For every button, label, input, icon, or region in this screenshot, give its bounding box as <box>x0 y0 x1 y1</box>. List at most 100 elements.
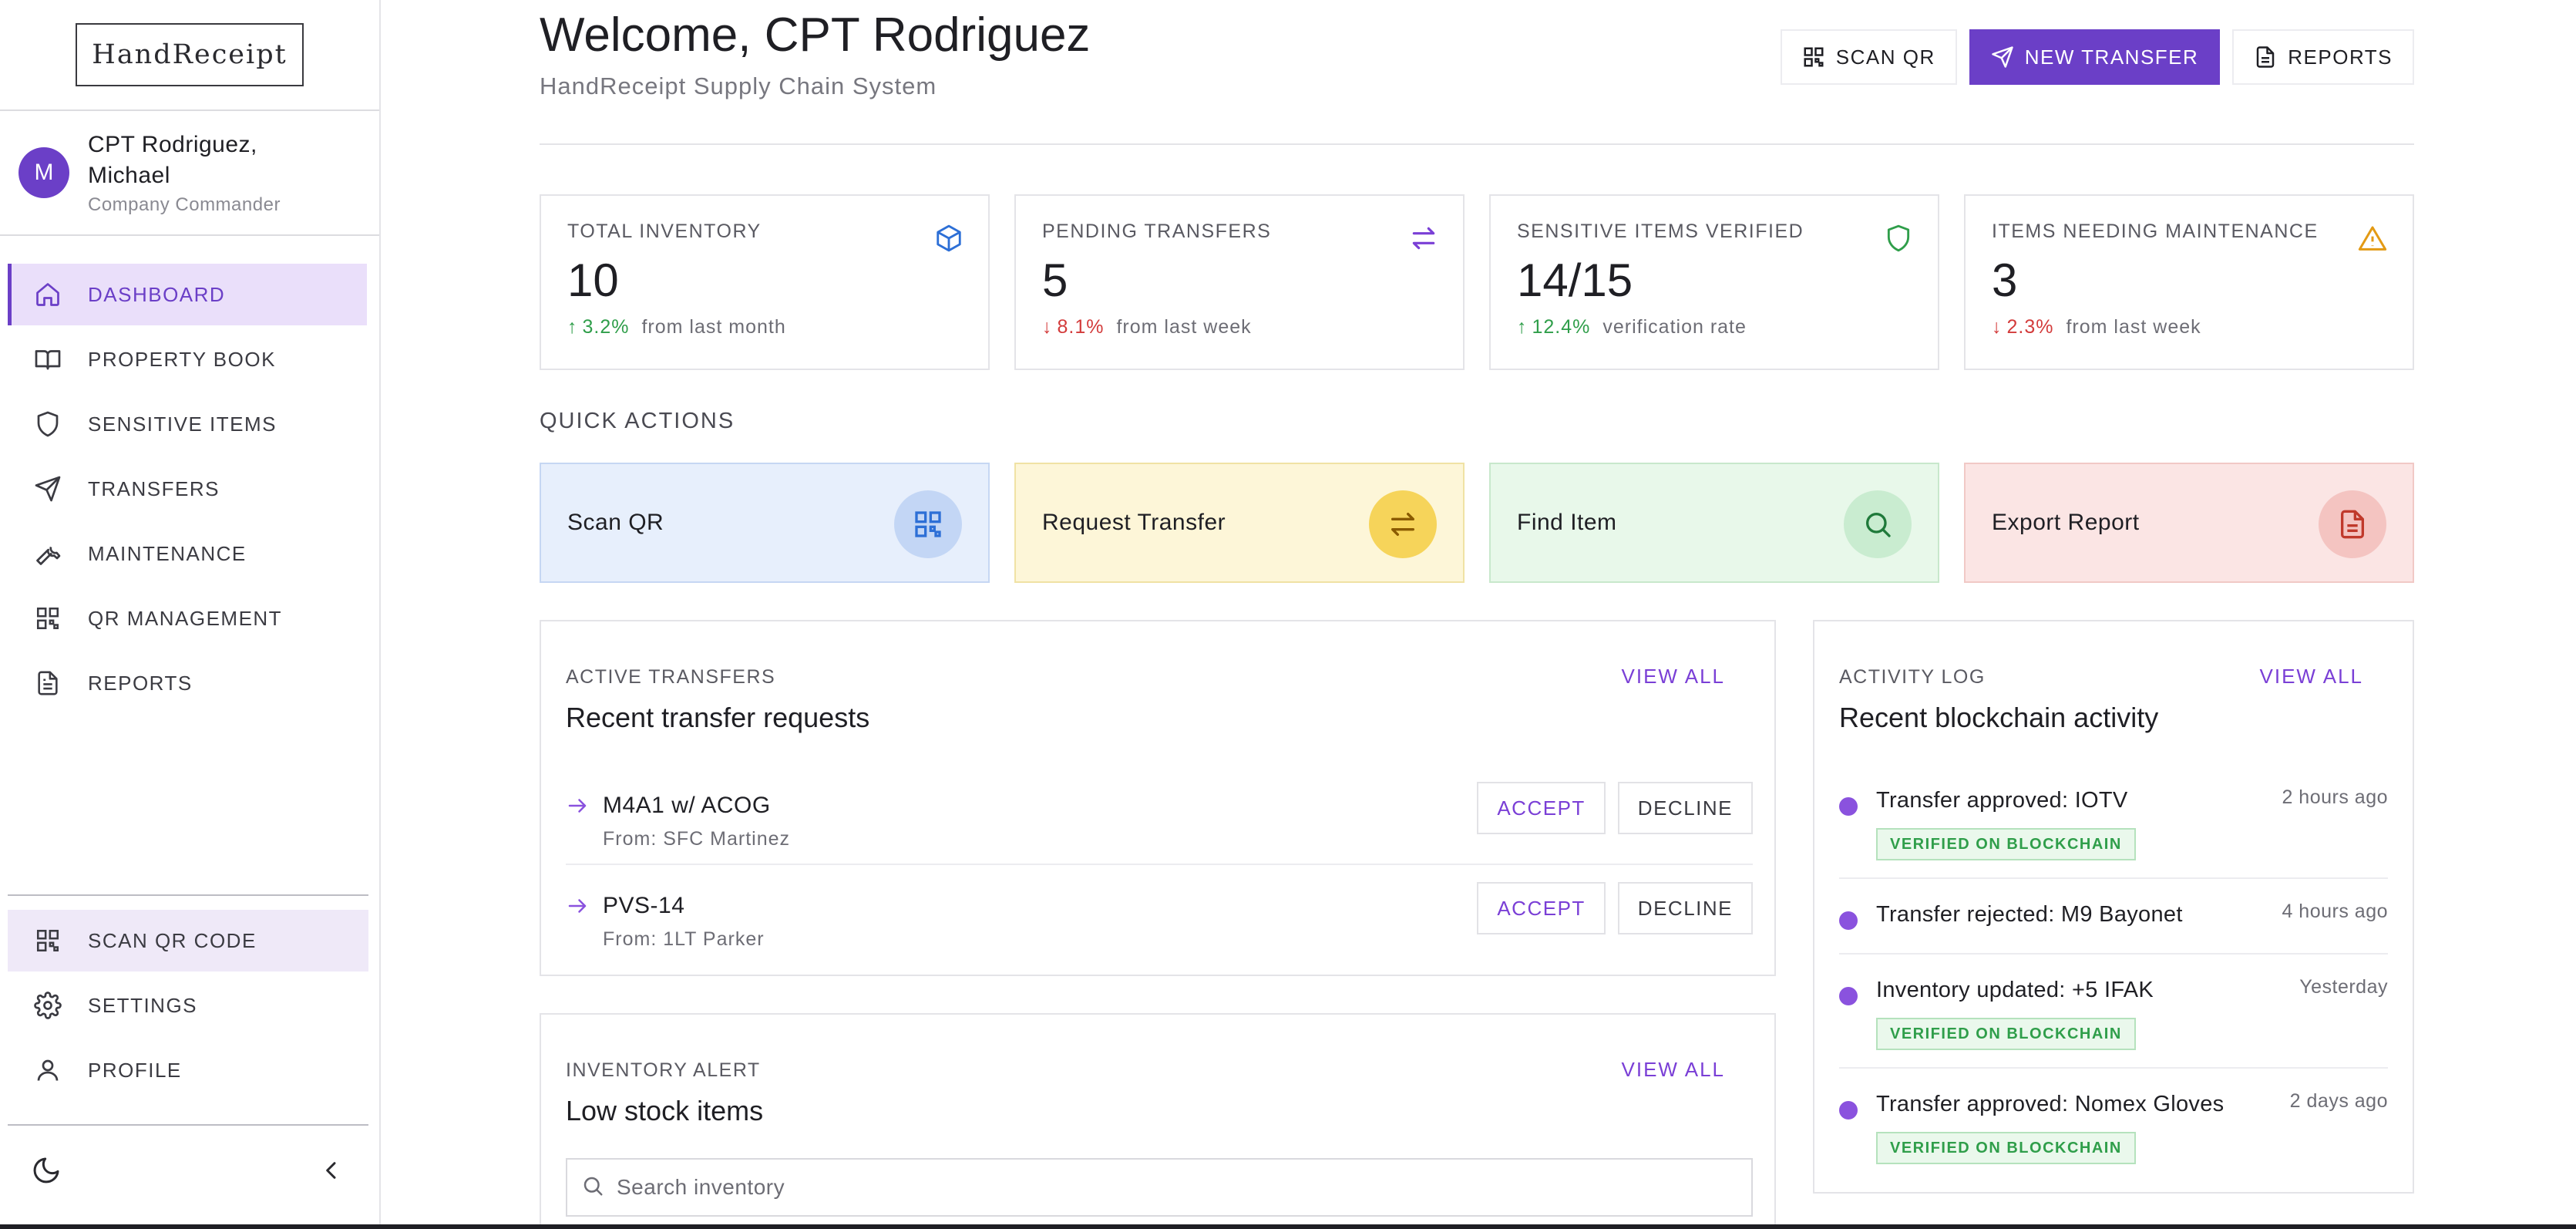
stat-value: 10 <box>567 254 619 306</box>
quick-actions-row: Scan QR Request Transfer Find Item Expor… <box>540 463 2414 583</box>
sidebar-item-label: PROPERTY BOOK <box>88 347 276 371</box>
new-transfer-button[interactable]: NEW TRANSFER <box>1969 29 2221 85</box>
sidebar-item-profile[interactable]: PROFILE <box>8 1039 368 1101</box>
panel-kicker: ACTIVE TRANSFERS <box>566 666 776 688</box>
view-all-inventory-link[interactable]: VIEW ALL <box>1622 1058 1726 1082</box>
quick-action-label: Find Item <box>1517 510 1617 535</box>
send-icon <box>32 473 63 504</box>
stat-card-total-inventory[interactable]: TOTAL INVENTORY 10 ↑ 3.2% from last mont… <box>540 194 990 370</box>
quick-actions-title: QUICK ACTIONS <box>540 409 735 433</box>
decline-button[interactable]: DECLINE <box>1617 882 1753 934</box>
arrow-right-icon <box>566 794 589 821</box>
transfer-item-name: PVS-14 <box>603 893 685 918</box>
reports-label: REPORTS <box>2288 45 2393 69</box>
swap-icon <box>1409 224 1438 257</box>
status-dot <box>1839 1101 1858 1120</box>
sidebar-item-scan-qr-code[interactable]: SCAN QR CODE <box>8 910 368 971</box>
transfer-from: From: 1LT Parker <box>603 928 765 950</box>
sidebar-item-label: PROFILE <box>88 1058 182 1082</box>
trend-note: verification rate <box>1602 316 1747 338</box>
search-icon <box>1844 490 1912 558</box>
stat-trend: ↓ 2.3% from last week <box>1992 316 2386 338</box>
sidebar-item-label: DASHBOARD <box>88 282 226 306</box>
user-card[interactable]: M CPT Rodriguez, Michael Company Command… <box>0 111 379 236</box>
activity-time: Yesterday <box>2299 976 2388 998</box>
arrow-up-icon: ↑ <box>1517 316 1528 338</box>
stat-card-pending-transfers[interactable]: PENDING TRANSFERS 5 ↓ 8.1% from last wee… <box>1014 194 1465 370</box>
accept-button[interactable]: ACCEPT <box>1477 882 1606 934</box>
quick-action-scan-qr[interactable]: Scan QR <box>540 463 990 583</box>
view-all-transfers-link[interactable]: VIEW ALL <box>1622 665 1726 689</box>
arrow-down-icon: ↓ <box>1042 316 1053 338</box>
sidebar-item-reports[interactable]: REPORTS <box>8 652 367 714</box>
sidebar-item-maintenance[interactable]: MAINTENANCE <box>8 523 367 584</box>
sidebar-item-transfers[interactable]: TRANSFERS <box>8 458 367 520</box>
search-icon <box>581 1174 604 1201</box>
trend-note: from last month <box>641 316 786 338</box>
decline-button[interactable]: DECLINE <box>1617 782 1753 834</box>
quick-action-request-transfer[interactable]: Request Transfer <box>1014 463 1465 583</box>
cube-icon <box>934 224 963 257</box>
scan-qr-button[interactable]: SCAN QR <box>1780 29 1957 85</box>
quick-action-label: Scan QR <box>567 510 664 535</box>
stat-label: TOTAL INVENTORY <box>567 221 762 242</box>
page-title: Welcome, CPT Rodriguez <box>540 8 1091 62</box>
stat-trend: ↓ 8.1% from last week <box>1042 316 1437 338</box>
sidebar-item-label: REPORTS <box>88 671 193 695</box>
sidebar-item-property-book[interactable]: PROPERTY BOOK <box>8 328 367 390</box>
document-icon <box>32 668 63 699</box>
new-transfer-label: NEW TRANSFER <box>2024 45 2199 69</box>
quick-action-find-item[interactable]: Find Item <box>1489 463 1939 583</box>
moon-icon[interactable] <box>31 1155 62 1190</box>
qr-icon <box>32 925 63 956</box>
page-header: Welcome, CPT Rodriguez HandReceipt Suppl… <box>540 0 2414 145</box>
sidebar-item-label: TRANSFERS <box>88 476 220 500</box>
row-divider <box>1839 953 2388 955</box>
transfer-row[interactable]: M4A1 w/ ACOG From: SFC Martinez ACCEPT D… <box>566 782 1753 882</box>
main-content: Welcome, CPT Rodriguez HandReceipt Suppl… <box>540 0 2414 1224</box>
stat-label: ITEMS NEEDING MAINTENANCE <box>1992 221 2319 242</box>
trend-note: from last week <box>1116 316 1252 338</box>
arrow-up-icon: ↑ <box>567 316 578 338</box>
wrench-icon <box>32 538 63 569</box>
sidebar-bottom: SCAN QR CODE SETTINGS PROFILE <box>0 894 381 1104</box>
panel-heading: Recent transfer requests <box>566 702 870 733</box>
trend-value: 12.4% <box>1532 316 1591 338</box>
page-subtitle: HandReceipt Supply Chain System <box>540 72 937 99</box>
quick-action-export-report[interactable]: Export Report <box>1964 463 2414 583</box>
sidebar-nav: DASHBOARD PROPERTY BOOK SENSITIVE ITEMS … <box>0 236 379 714</box>
app-frame: HandReceipt M CPT Rodriguez, Michael Com… <box>0 0 2576 1229</box>
book-icon <box>32 344 63 375</box>
stat-card-sensitive-items[interactable]: SENSITIVE ITEMS VERIFIED 14/15 ↑ 12.4% v… <box>1489 194 1939 370</box>
sidebar-item-settings[interactable]: SETTINGS <box>8 975 368 1036</box>
sidebar-item-sensitive-items[interactable]: SENSITIVE ITEMS <box>8 393 367 455</box>
avatar: M <box>18 147 69 198</box>
reports-button[interactable]: REPORTS <box>2232 29 2414 85</box>
verified-badge: VERIFIED ON BLOCKCHAIN <box>1876 828 2136 860</box>
sidebar-item-qr-management[interactable]: QR MANAGEMENT <box>8 588 367 649</box>
qr-icon <box>1802 45 1825 69</box>
status-dot <box>1839 911 1858 930</box>
search-field[interactable] <box>566 1158 1753 1217</box>
trend-value: 3.2% <box>582 316 630 338</box>
panel-kicker: INVENTORY ALERT <box>566 1059 761 1081</box>
quick-action-label: Request Transfer <box>1042 510 1226 535</box>
stat-card-maintenance[interactable]: ITEMS NEEDING MAINTENANCE 3 ↓ 2.3% from … <box>1964 194 2414 370</box>
document-icon <box>2319 490 2386 558</box>
search-input[interactable] <box>617 1175 1696 1200</box>
transfer-actions: ACCEPT DECLINE <box>1477 782 1753 834</box>
activity-time: 2 days ago <box>2289 1090 2388 1112</box>
sidebar-item-dashboard[interactable]: DASHBOARD <box>8 264 367 325</box>
user-name: CPT Rodriguez, Michael <box>88 132 257 188</box>
transfer-from: From: SFC Martinez <box>603 828 791 850</box>
app-logo[interactable]: HandReceipt <box>76 23 304 86</box>
activity-text: Transfer rejected: M9 Bayonet <box>1876 902 2183 927</box>
chevron-left-icon[interactable] <box>319 1158 344 1187</box>
panel-kicker: ACTIVITY LOG <box>1839 666 1986 688</box>
accept-button[interactable]: ACCEPT <box>1477 782 1606 834</box>
view-all-activity-link[interactable]: VIEW ALL <box>2260 665 2364 689</box>
stat-value: 3 <box>1992 254 2018 306</box>
shield-check-icon <box>1884 224 1913 257</box>
transfer-row[interactable]: PVS-14 From: 1LT Parker ACCEPT DECLINE <box>566 882 1753 982</box>
activity-text: Inventory updated: +5 IFAK <box>1876 978 2154 1002</box>
